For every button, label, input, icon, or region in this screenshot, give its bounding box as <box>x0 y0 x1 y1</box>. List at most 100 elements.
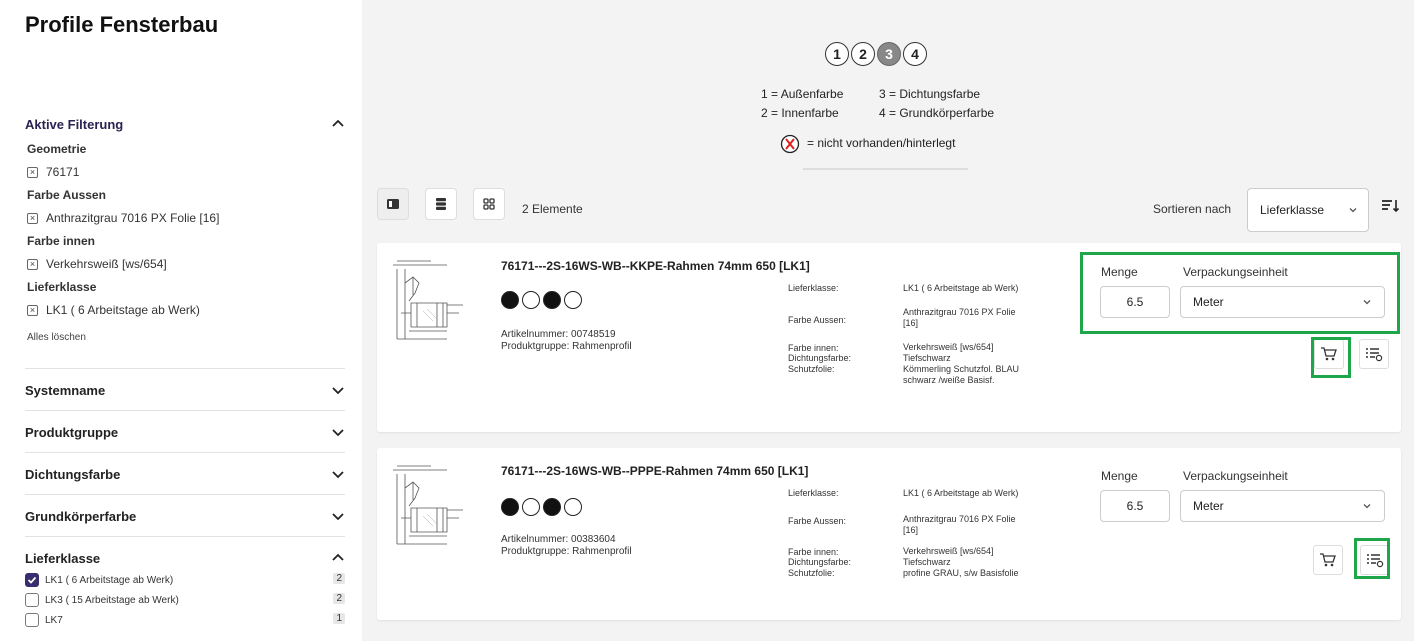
checkbox-option[interactable]: LK1 ( 6 Arbeitstage ab Werk) 2 <box>25 572 345 588</box>
product-title[interactable]: 76171---2S-16WS-WB--KKPE-Rahmen 74mm 650… <box>501 259 810 273</box>
unit-value: Meter <box>1193 499 1224 513</box>
highlight-cart-box <box>1311 337 1351 378</box>
chevron-up-icon <box>332 119 344 127</box>
list-view-icon <box>436 198 446 210</box>
sort-direction-icon[interactable] <box>1380 196 1400 216</box>
grid-view-icon <box>483 198 495 210</box>
attr-label: Farbe innen: <box>788 547 839 557</box>
chevron-down-icon <box>1349 208 1357 213</box>
page-title: Profile Fensterbau <box>25 12 219 37</box>
card-view-icon <box>387 199 399 209</box>
article-number: Artikelnummer: 00748519 <box>501 329 616 340</box>
not-available-icon <box>780 134 800 154</box>
checkbox[interactable] <box>25 613 39 627</box>
product-title[interactable]: 76171---2S-16WS-WB--PPPE-Rahmen 74mm 650… <box>501 464 808 478</box>
attr-label: Dichtungsfarbe: <box>788 353 852 363</box>
filter-chip[interactable]: × LK1 ( 6 Arbeitstage ab Werk) <box>27 302 345 318</box>
remove-filter-icon[interactable]: × <box>27 258 38 270</box>
product-group: Produktgruppe: Rahmenprofil <box>501 341 632 352</box>
step-3: 3 <box>877 42 901 66</box>
color-dots <box>501 498 582 516</box>
attr-value: Verkehrsweiß [ws/654] <box>903 546 994 556</box>
view-grid-button[interactable] <box>473 188 505 220</box>
option-count: 1 <box>333 613 345 624</box>
divider <box>25 452 345 453</box>
attr-label: Farbe innen: <box>788 343 839 353</box>
option-count: 2 <box>333 593 345 604</box>
attr-value: Tiefschwarz <box>903 557 951 567</box>
clear-all-link[interactable]: Alles löschen <box>27 332 345 343</box>
filter-chip[interactable]: × Anthrazitgrau 7016 PX Folie [16] <box>27 210 345 226</box>
add-to-list-button[interactable] <box>1359 339 1389 369</box>
sort-label: Sortieren nach <box>1153 202 1232 216</box>
unit-label: Verpackungseinheit <box>1183 469 1288 483</box>
color-dot-inner <box>522 498 540 516</box>
remove-filter-icon[interactable]: × <box>27 166 38 178</box>
legend-text: = nicht vorhanden/hinterlegt <box>807 136 956 150</box>
active-filters-section: Aktive Filterung Geometrie × 76171 Farbe … <box>25 114 345 343</box>
section-produktgruppe[interactable]: Produktgruppe <box>25 422 345 442</box>
attr-label: Dichtungsfarbe: <box>788 557 852 567</box>
attr-value: Anthrazitgrau 7016 PX Folie [16] <box>903 514 1016 535</box>
filter-sidebar: Profile Fensterbau Aktive Filterung Geom… <box>0 0 362 641</box>
legend-text: 2 = Innenfarbe <box>761 106 839 120</box>
option-count: 2 <box>333 573 345 584</box>
add-to-cart-button[interactable] <box>1313 545 1343 575</box>
filter-chip-label: Anthrazitgrau 7016 PX Folie [16] <box>46 211 220 225</box>
legend-text: 3 = Dichtungsfarbe <box>879 87 981 101</box>
color-dot-seal <box>543 291 561 309</box>
attr-label: Schutzfolie: <box>788 364 835 374</box>
checkbox-checked[interactable] <box>25 573 39 587</box>
divider <box>25 494 345 495</box>
attr-label: Lieferklasse: <box>788 488 839 498</box>
checkbox-label: LK3 ( 15 Arbeitstage ab Werk) <box>45 594 179 606</box>
check-icon <box>27 576 37 584</box>
filter-group-title: Lieferklasse <box>27 280 97 294</box>
article-number: Artikelnummer: 00383604 <box>501 534 616 545</box>
attr-label: Farbe Aussen: <box>788 516 847 526</box>
lieferklasse-header[interactable]: Lieferklasse <box>25 548 345 568</box>
step-1: 1 <box>825 42 849 66</box>
chevron-down-icon <box>332 429 344 437</box>
attr-label: Farbe Aussen: <box>788 315 847 325</box>
section-dichtungsfarbe[interactable]: Dichtungsfarbe <box>25 464 345 484</box>
divider <box>25 410 345 411</box>
filter-chip-label: LK1 ( 6 Arbeitstage ab Werk) <box>46 303 200 317</box>
color-steps: 1 2 3 4 <box>825 42 927 66</box>
step-2: 2 <box>851 42 875 66</box>
color-dot-base <box>564 291 582 309</box>
section-systemname[interactable]: Systemname <box>25 380 345 400</box>
checkbox-option[interactable]: LK3 ( 15 Arbeitstage ab Werk) 2 <box>25 592 345 608</box>
filter-chip[interactable]: × Verkehrsweiß [ws/654] <box>27 256 345 272</box>
quantity-input[interactable]: 6.5 <box>1100 490 1170 522</box>
remove-filter-icon[interactable]: × <box>27 212 38 224</box>
legend-text: 4 = Grundkörperfarbe <box>879 106 995 120</box>
unit-select[interactable]: Meter <box>1180 490 1385 522</box>
remove-filter-icon[interactable]: × <box>27 304 38 316</box>
filter-group-title: Farbe innen <box>27 234 96 248</box>
active-filters-title: Aktive Filterung <box>25 116 124 132</box>
list-add-icon <box>1366 348 1383 362</box>
filter-chip[interactable]: × 76171 <box>27 164 345 180</box>
checkbox[interactable] <box>25 593 39 607</box>
checkbox-label: LK1 ( 6 Arbeitstage ab Werk) <box>45 574 174 586</box>
sort-select[interactable]: Lieferklasse <box>1247 188 1369 232</box>
attr-value: Anthrazitgrau 7016 PX Folie [16] <box>903 307 1016 328</box>
section-title: Produktgruppe <box>25 424 119 440</box>
color-dot-outer <box>501 498 519 516</box>
active-filters-header[interactable]: Aktive Filterung <box>25 114 345 134</box>
view-list-button[interactable] <box>425 188 457 220</box>
color-dot-inner <box>522 291 540 309</box>
section-lieferklasse: Lieferklasse LK1 ( 6 Arbeitstage ab Werk… <box>25 548 345 628</box>
view-card-button[interactable] <box>377 188 409 220</box>
step-4: 4 <box>903 42 927 66</box>
attr-label: Schutzfolie: <box>788 568 835 578</box>
section-title: Dichtungsfarbe <box>25 466 121 482</box>
chevron-up-icon <box>332 553 344 561</box>
checkbox-option[interactable]: LK7 1 <box>25 612 345 628</box>
chevron-down-icon <box>1363 504 1371 509</box>
section-grundkoerperfarbe[interactable]: Grundkörperfarbe <box>25 506 345 526</box>
chevron-down-icon <box>332 387 344 395</box>
section-title: Grundkörperfarbe <box>25 508 137 524</box>
checkbox-label: LK7 <box>45 614 63 626</box>
